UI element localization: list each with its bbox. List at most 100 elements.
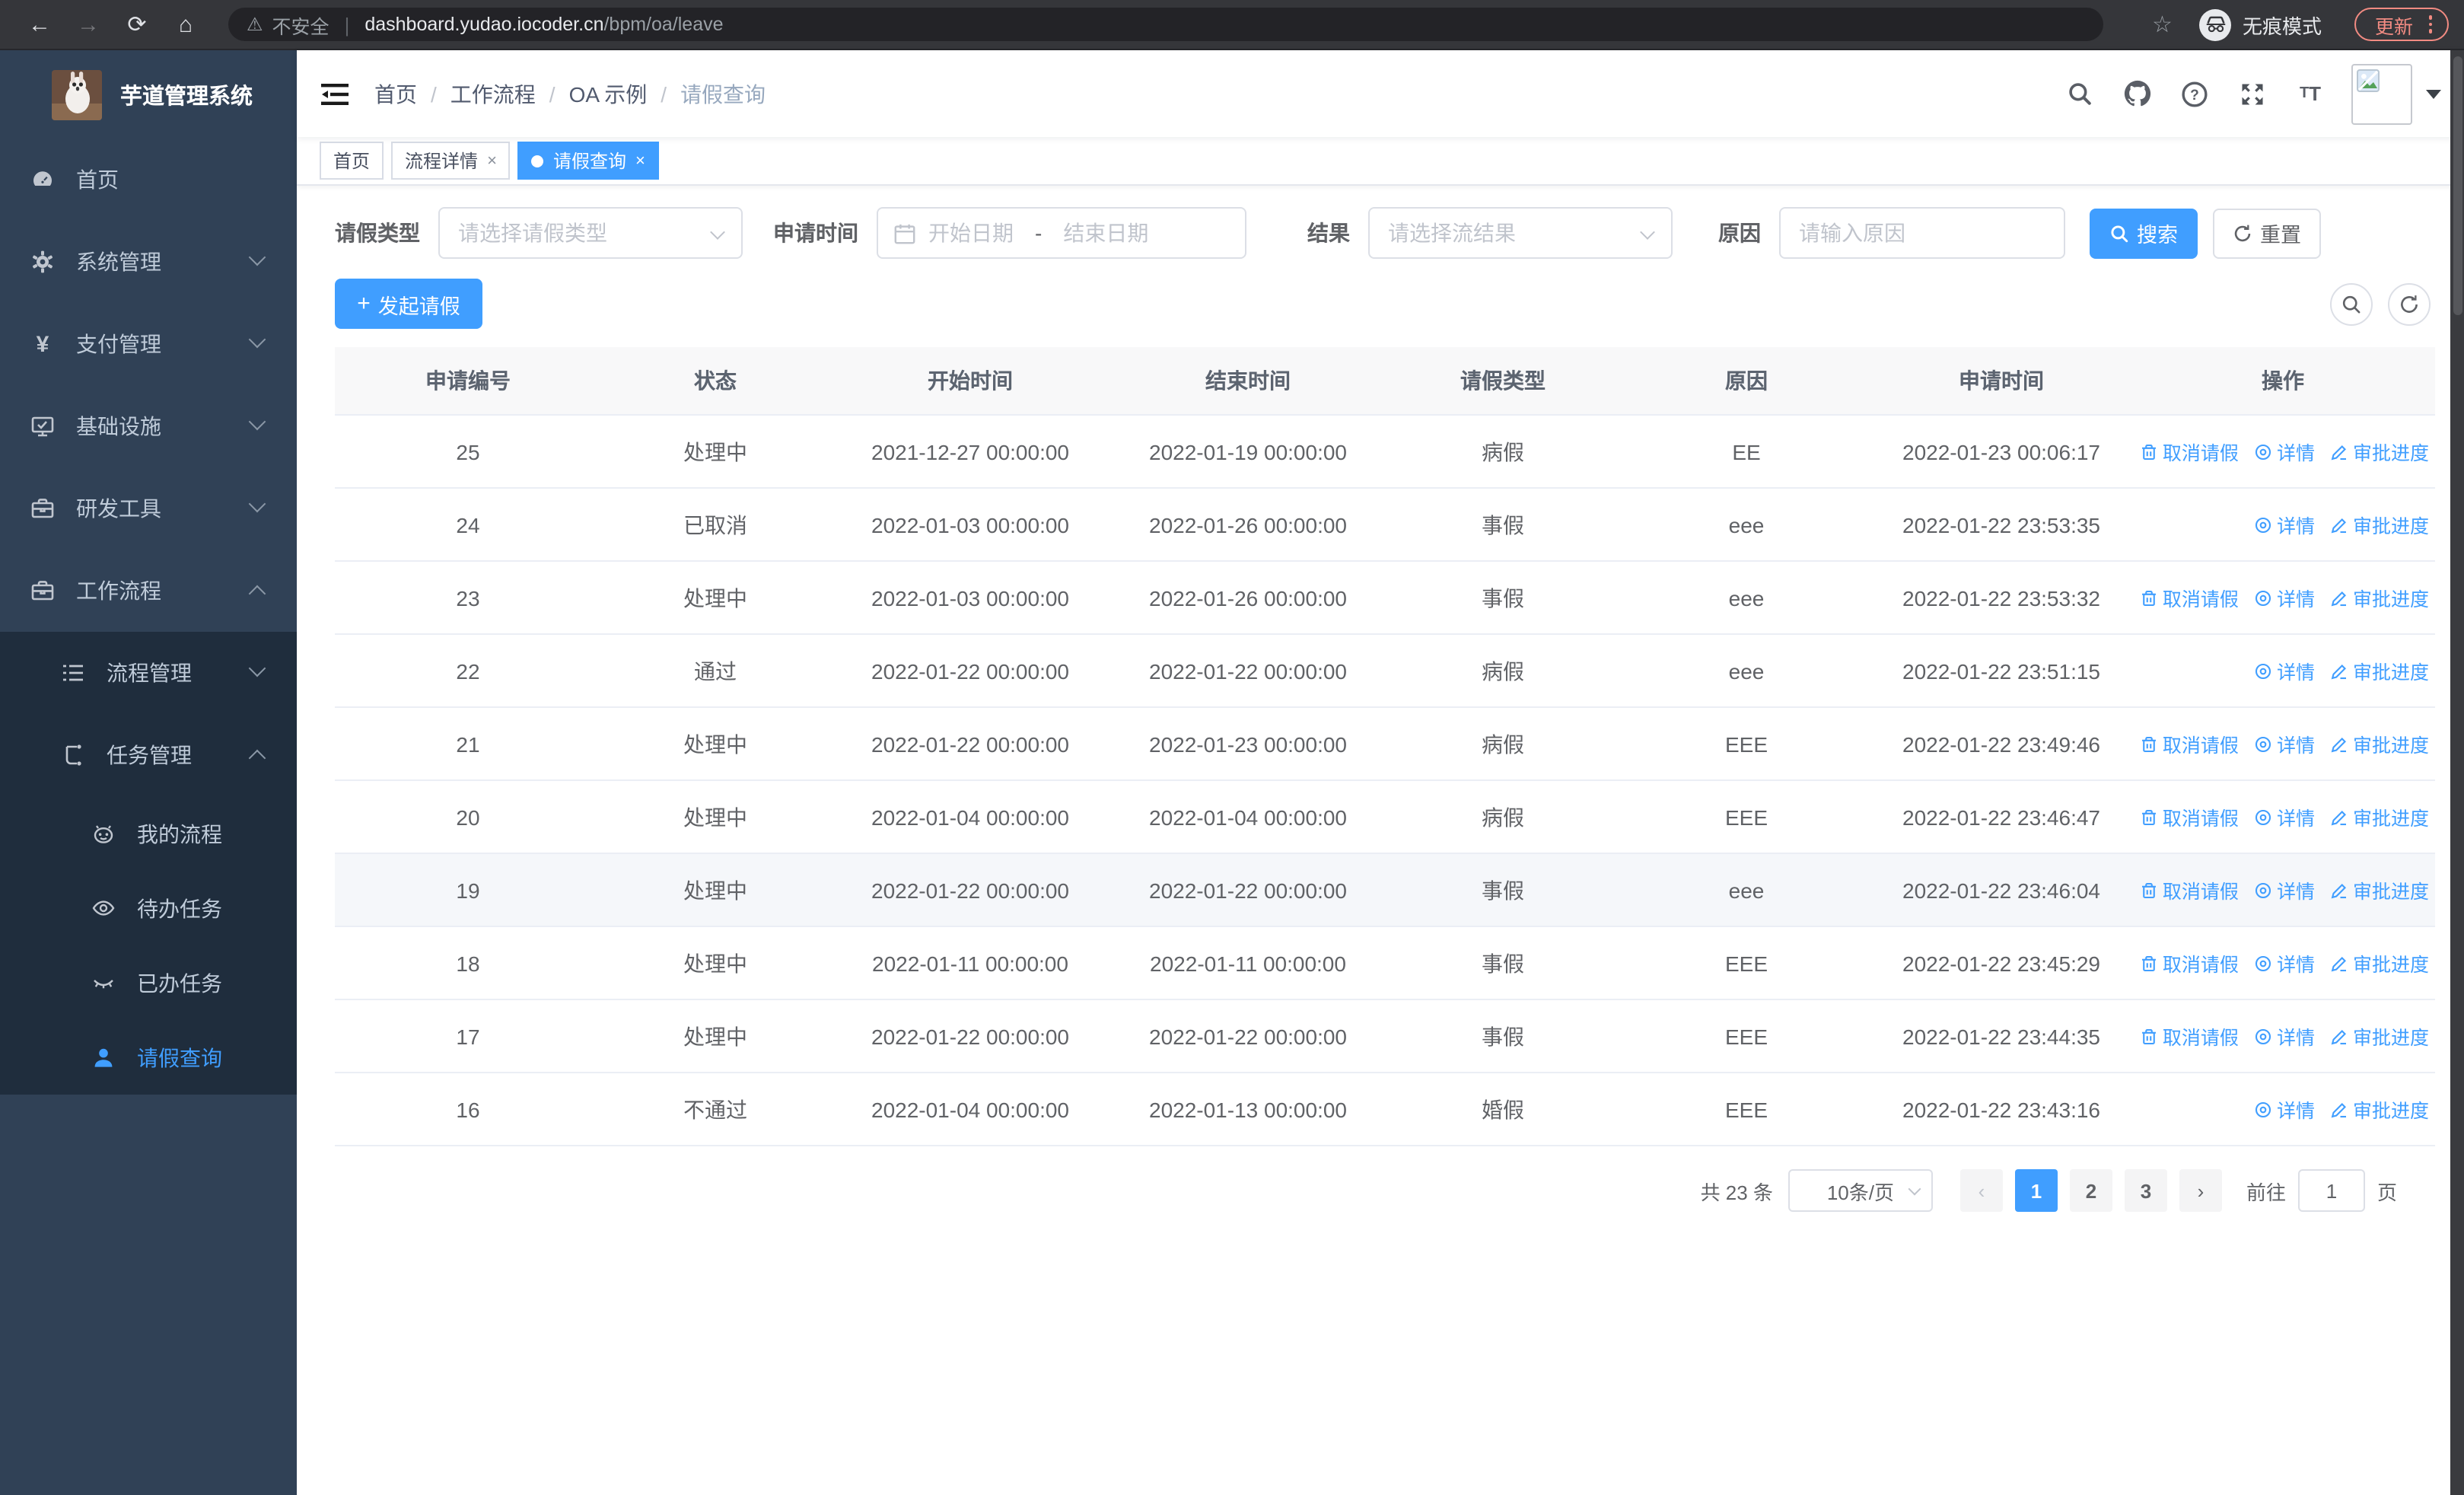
table-body: 25 处理中 2021-12-27 00:00:00 2022-01-19 00:00… [335, 416, 2435, 1146]
result-select[interactable]: 请选择流结果 [1368, 207, 1673, 259]
sidebar-item-payment[interactable]: ¥ 支付管理 [0, 303, 297, 385]
breadcrumb-separator: / [661, 81, 667, 106]
breadcrumb-item[interactable]: 首页 [374, 78, 417, 109]
search-button[interactable]: 搜索 [2090, 208, 2198, 258]
sidebar-collapse-icon[interactable] [320, 78, 350, 109]
create-leave-button[interactable]: + 发起请假 [335, 279, 482, 329]
sidebar-item-infra[interactable]: 基础设施 [0, 385, 297, 467]
cancel-leave-link[interactable]: 取消请假 [2140, 583, 2239, 612]
action-label: 详情 [2276, 735, 2315, 757]
sidebar-item-system[interactable]: 系统管理 [0, 221, 297, 303]
page-button-2[interactable]: 2 [2069, 1169, 2112, 1212]
url-bar[interactable]: ⚠ 不安全 | dashboard.yudao.iocoder.cn/bpm/o… [228, 8, 2103, 41]
scrollbar-thumb[interactable] [2453, 56, 2462, 315]
approval-progress-link[interactable]: 审批进度 [2330, 583, 2429, 612]
sidebar-item-workflow[interactable]: 工作流程 [0, 550, 297, 632]
browser-back-icon[interactable]: ← [21, 6, 58, 43]
detail-link[interactable]: 详情 [2254, 802, 2315, 831]
show-search-button[interactable] [2330, 282, 2373, 325]
approval-progress-link[interactable]: 审批进度 [2330, 656, 2429, 685]
action-label: 取消请假 [2162, 443, 2239, 464]
security-warning-icon[interactable]: ⚠ [247, 14, 263, 35]
approval-progress-link[interactable]: 审批进度 [2330, 510, 2429, 539]
sidebar-item-task-mgmt[interactable]: 任务管理 [0, 714, 297, 796]
browser-home-icon[interactable]: ⌂ [167, 6, 204, 43]
tab-流程详情[interactable]: 流程详情 × [391, 142, 511, 180]
refresh-table-button[interactable] [2388, 282, 2431, 325]
reset-button[interactable]: 重置 [2213, 208, 2321, 258]
github-icon[interactable] [2117, 74, 2157, 113]
search-icon[interactable] [2059, 74, 2099, 113]
cancel-leave-link[interactable]: 取消请假 [2140, 948, 2239, 977]
avatar[interactable] [2351, 63, 2412, 124]
approval-progress-link[interactable]: 审批进度 [2330, 875, 2429, 904]
browser-reload-icon[interactable]: ⟳ [119, 6, 155, 43]
page-button-3[interactable]: 3 [2124, 1169, 2167, 1212]
sidebar-item-devtools[interactable]: 研发工具 [0, 467, 297, 550]
detail-link[interactable]: 详情 [2254, 437, 2315, 466]
browser-scrollbar[interactable] [2450, 50, 2464, 1495]
approval-progress-link[interactable]: 审批进度 [2330, 802, 2429, 831]
tab-首页[interactable]: 首页 [320, 142, 384, 180]
prev-page-button[interactable]: ‹ [1959, 1169, 2003, 1212]
tab-label: 首页 [333, 151, 371, 172]
detail-link[interactable]: 详情 [2254, 1022, 2315, 1050]
detail-link[interactable]: 详情 [2254, 1095, 2315, 1124]
fontsize-icon[interactable]: TT [2291, 74, 2330, 113]
page-size-select[interactable]: 10条/页 [1788, 1169, 1933, 1212]
leave-type-select[interactable]: 请选择请假类型 [438, 207, 743, 259]
tab-请假查询[interactable]: 请假查询 × [517, 142, 659, 180]
cell-reason: eee [1728, 878, 1765, 902]
next-page-button[interactable]: › [2179, 1169, 2222, 1212]
page-button-1[interactable]: 1 [2014, 1169, 2058, 1212]
cell-end: 2022-01-13 00:00:00 [1149, 1097, 1347, 1121]
cancel-leave-link[interactable]: 取消请假 [2140, 437, 2239, 466]
page-buttons: 123 [2009, 1169, 2173, 1212]
approval-progress-link[interactable]: 审批进度 [2330, 948, 2429, 977]
briefcase-icon [30, 496, 55, 521]
browser-forward-icon[interactable]: → [70, 6, 107, 43]
detail-link[interactable]: 详情 [2254, 729, 2315, 758]
cancel-leave-link[interactable]: 取消请假 [2140, 875, 2239, 904]
sidebar-item-todo-tasks[interactable]: 待办任务 [0, 871, 297, 945]
cell-type: 事假 [1482, 1024, 1524, 1048]
fullscreen-icon[interactable] [2233, 74, 2272, 113]
sidebar-item-leave-query[interactable]: 请假查询 [0, 1020, 297, 1095]
approval-progress-link[interactable]: 审批进度 [2330, 729, 2429, 758]
sidebar-item-done-tasks[interactable]: 已办任务 [0, 945, 297, 1020]
detail-link[interactable]: 详情 [2254, 875, 2315, 904]
help-icon[interactable]: ? [2175, 74, 2214, 113]
cell-start: 2022-01-22 00:00:00 [871, 658, 1069, 683]
cancel-leave-link[interactable]: 取消请假 [2140, 802, 2239, 831]
close-icon[interactable]: × [487, 151, 497, 170]
reason-label: 原因 [1718, 221, 1761, 245]
detail-link[interactable]: 详情 [2254, 510, 2315, 539]
approval-progress-link[interactable]: 审批进度 [2330, 1022, 2429, 1050]
sidebar-item-home[interactable]: 首页 [0, 139, 297, 221]
cell-start: 2022-01-22 00:00:00 [871, 878, 1069, 902]
goto-page-input[interactable]: 1 [2297, 1169, 2365, 1212]
app-logo-row[interactable]: 芋道管理系统 [0, 50, 297, 139]
bookmark-star-icon[interactable]: ☆ [2152, 11, 2173, 38]
browser-menu-icon[interactable] [2425, 13, 2435, 37]
breadcrumb-item[interactable]: OA 示例 [569, 78, 648, 109]
approval-progress-link[interactable]: 审批进度 [2330, 437, 2429, 466]
apply-time-range-input[interactable]: 开始日期 - 结束日期 [877, 207, 1246, 259]
avatar-caret-icon[interactable] [2426, 89, 2441, 98]
sidebar-item-my-process[interactable]: 我的流程 [0, 796, 297, 871]
sidebar-item-process-mgmt[interactable]: 流程管理 [0, 632, 297, 714]
approval-progress-link[interactable]: 审批进度 [2330, 1095, 2429, 1124]
eye-closed-icon [91, 971, 116, 995]
row-actions: 取消请假 详情 审批进度 [2131, 729, 2435, 758]
detail-link[interactable]: 详情 [2254, 948, 2315, 977]
page-content: 请假类型 请选择请假类型 申请时间 开始日期 - 结束日期 结果 请选择流结果 … [297, 186, 2464, 1495]
cell-applied: 2022-01-23 00:06:17 [1902, 439, 2100, 464]
reason-input[interactable]: 请输入原因 [1779, 207, 2065, 259]
breadcrumb-item[interactable]: 工作流程 [450, 78, 536, 109]
cancel-leave-link[interactable]: 取消请假 [2140, 729, 2239, 758]
close-icon[interactable]: × [635, 151, 645, 170]
cancel-leave-link[interactable]: 取消请假 [2140, 1022, 2239, 1050]
browser-update-button[interactable]: 更新 [2354, 8, 2449, 41]
detail-link[interactable]: 详情 [2254, 583, 2315, 612]
detail-link[interactable]: 详情 [2254, 656, 2315, 685]
